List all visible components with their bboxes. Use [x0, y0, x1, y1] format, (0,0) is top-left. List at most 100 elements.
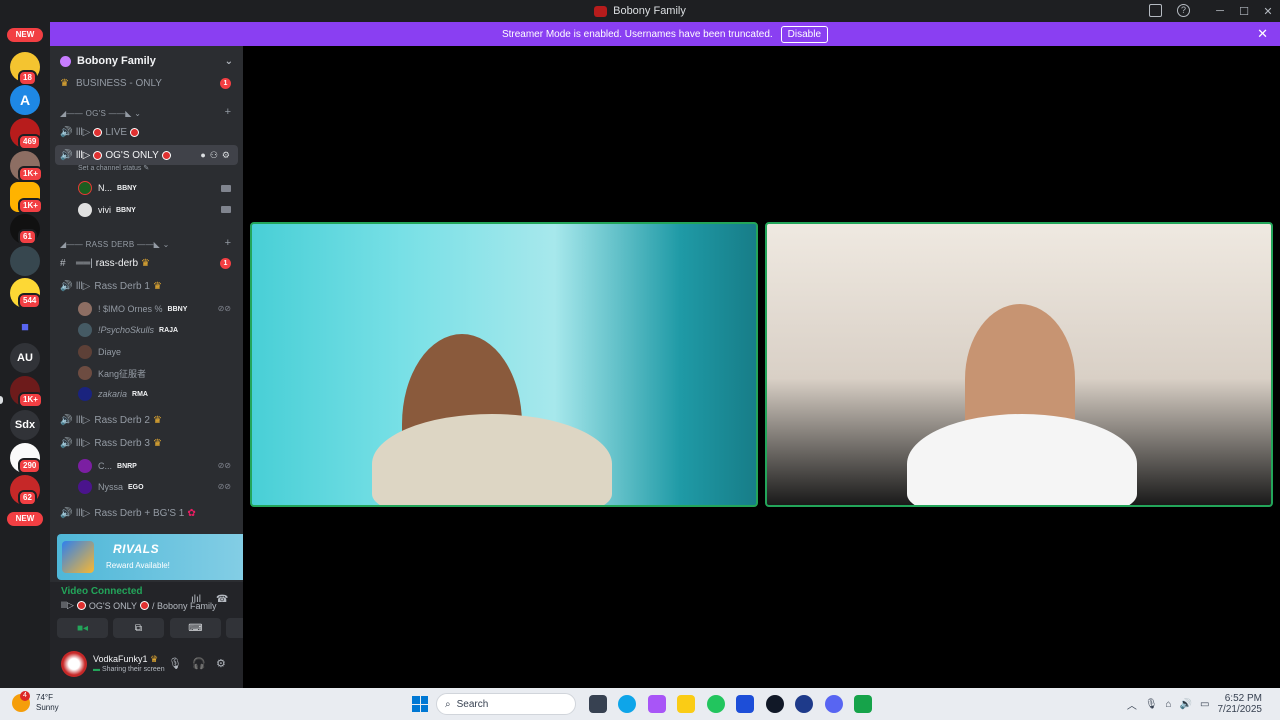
battery-icon[interactable]: ▭ — [1200, 699, 1209, 710]
speaker-icon: 🔊 — [60, 507, 73, 519]
video-tile[interactable] — [250, 222, 758, 507]
channel-prefix: ══| — [76, 257, 93, 269]
headphones-icon[interactable]: 🎧 — [192, 657, 206, 670]
file-explorer-icon[interactable] — [677, 695, 695, 713]
add-channel-icon[interactable]: + — [225, 237, 231, 249]
avatar — [78, 302, 92, 316]
app-icon[interactable] — [854, 695, 872, 713]
voice-user[interactable]: Nyssa EGO — [78, 478, 144, 496]
category-ogs[interactable]: ◢—— OG'S ——◣ ⌄ — [60, 109, 141, 118]
channel-label: BUSINESS - ONLY — [76, 77, 162, 89]
microphone-icon[interactable]: 🎙 — [1145, 699, 1158, 710]
gear-icon[interactable]: ⚙ — [222, 150, 230, 161]
chevron-up-icon[interactable]: ︿ — [1127, 697, 1137, 712]
voice-user[interactable]: !PsychoSkulls RAJA — [78, 321, 178, 339]
gear-icon[interactable]: ⚙ — [216, 657, 226, 670]
title-bar: Bobony Family ? ─ ☐ ✕ — [0, 0, 1280, 22]
muted-icon: ⊘⊘ — [217, 461, 231, 470]
task-view-icon[interactable] — [589, 695, 607, 713]
red-dot-icon — [93, 150, 103, 160]
video-icon — [221, 206, 231, 213]
user-tag: BBNY — [117, 184, 137, 192]
volume-icon[interactable]: 🔊 — [1180, 699, 1192, 710]
user-status: ▬ Sharing their screen — [93, 666, 165, 673]
voice-user[interactable]: zakaria RMA — [78, 385, 148, 403]
edge-icon[interactable] — [618, 695, 636, 713]
voice-user[interactable]: Diaye — [78, 343, 126, 361]
voice-channel-rass-derb-3[interactable]: 🔊 lll▷ Rass Derb 3 ♛ — [50, 433, 243, 453]
hash-icon: # — [60, 257, 66, 269]
mention-badge: 1 — [220, 257, 231, 269]
weather-widget[interactable]: 4 74°F Sunny — [12, 691, 59, 713]
voice-user[interactable]: C... BNRP — [78, 457, 137, 475]
close-window-button[interactable]: ✕ — [1256, 5, 1280, 18]
channel-prefix: lll▷ — [76, 437, 91, 449]
microphone-icon[interactable]: 🎙 — [168, 657, 182, 670]
soundboard-button[interactable]: ♫ — [226, 618, 243, 638]
channel-prefix: lll▷ — [61, 600, 74, 610]
voice-user[interactable]: ! $IMO Ornes % BBNY — [78, 300, 187, 318]
taskbar-search[interactable]: ⌕ Search — [436, 693, 576, 715]
avatar[interactable] — [61, 651, 87, 677]
voice-user[interactable]: vivi BBNY — [78, 201, 136, 219]
server-icon[interactable]: AU — [10, 343, 40, 373]
clock-time: 6:52 PM — [1224, 693, 1262, 704]
help-icon[interactable]: ? — [1177, 4, 1190, 17]
maximize-button[interactable]: ☐ — [1232, 5, 1256, 18]
screen-share-button[interactable]: ⧉ — [113, 618, 164, 638]
server-icon[interactable]: Sdx — [10, 410, 40, 440]
close-icon[interactable]: ✕ — [1257, 26, 1268, 42]
crown-icon: ♛ — [141, 257, 150, 269]
add-member-icon[interactable]: ⚇ — [210, 150, 218, 161]
user-tag: BBNY — [167, 305, 188, 313]
red-dot-icon — [76, 601, 86, 610]
channel-business[interactable]: ♛ BUSINESS - ONLY 1 — [50, 73, 243, 93]
activities-button[interactable]: ⌨ — [170, 618, 221, 638]
avatar — [78, 387, 92, 401]
voice-user[interactable]: N... BBNY — [78, 179, 137, 197]
voice-status[interactable]: Video Connected — [61, 586, 143, 597]
text-channel-rass-derb[interactable]: # ══| rass-derb ♛ 1 — [50, 253, 243, 273]
server-badge: 1K+ — [18, 198, 43, 214]
user-name-area[interactable]: VodkaFunky1 ♛ — [93, 654, 158, 665]
disconnect-icon[interactable]: ☎ — [216, 594, 228, 605]
start-button[interactable] — [412, 696, 428, 712]
minimize-button[interactable]: ─ — [1208, 5, 1232, 17]
voice-channel-rass-derb-bgs[interactable]: 🔊 lll▷ Rass Derb + BG'S 1 ✿ — [50, 503, 243, 523]
voice-channel-rass-derb-2[interactable]: 🔊 lll▷ Rass Derb 2 ♛ — [50, 410, 243, 430]
steam-icon[interactable] — [795, 695, 813, 713]
chrome-icon[interactable] — [707, 695, 725, 713]
clock[interactable]: 6:52 PM 7/21/2025 — [1218, 693, 1271, 715]
server-icon[interactable]: A — [10, 85, 40, 115]
promo-card[interactable]: RIVALS Reward Available! — [57, 534, 243, 580]
inbox-icon[interactable] — [1149, 4, 1162, 17]
store-icon[interactable] — [736, 695, 754, 713]
disable-streamer-mode-button[interactable]: Disable — [780, 25, 829, 43]
server-icon[interactable] — [10, 246, 40, 276]
category-label: RASS DERB — [85, 240, 135, 249]
video-tile[interactable] — [765, 222, 1273, 507]
copilot-icon[interactable] — [648, 695, 666, 713]
chat-icon[interactable]: ● — [200, 150, 205, 161]
noise-suppression-icon[interactable]: ılıl — [191, 594, 201, 605]
network-icon[interactable]: ⌂ — [1166, 699, 1172, 710]
promo-logo: RIVALS — [113, 542, 160, 556]
flower-icon: ✿ — [187, 507, 196, 519]
folder-icon[interactable]: ■ — [10, 311, 40, 341]
add-channel-icon[interactable]: + — [225, 106, 231, 118]
channel-status-hint[interactable]: Set a channel status ✎ — [78, 164, 149, 172]
new-servers-pill[interactable]: NEW — [7, 512, 43, 526]
voice-user[interactable]: Kang征服者 — [78, 364, 151, 382]
voice-channel-rass-derb-1[interactable]: 🔊 lll▷ Rass Derb 1 ♛ — [50, 276, 243, 296]
voice-channel-ogs-only[interactable]: 🔊 lll▷ OG'S ONLY ● ⚇ ⚙ — [55, 145, 238, 165]
current-user-name: VodkaFunky1 — [93, 654, 148, 664]
discord-icon[interactable] — [825, 695, 843, 713]
guild-header[interactable]: Bobony Family ⌄ — [50, 46, 243, 76]
voice-channel-live[interactable]: 🔊 lll▷ LIVE — [50, 122, 243, 142]
server-badge: 61 — [18, 229, 37, 245]
category-rass-derb[interactable]: ◢—— RASS DERB ——◣ ⌄ — [60, 240, 170, 249]
app-icon[interactable] — [766, 695, 784, 713]
user-tag: BBNY — [116, 206, 136, 214]
new-servers-pill[interactable]: NEW — [7, 28, 43, 42]
camera-button[interactable]: ■◂ — [57, 618, 108, 638]
